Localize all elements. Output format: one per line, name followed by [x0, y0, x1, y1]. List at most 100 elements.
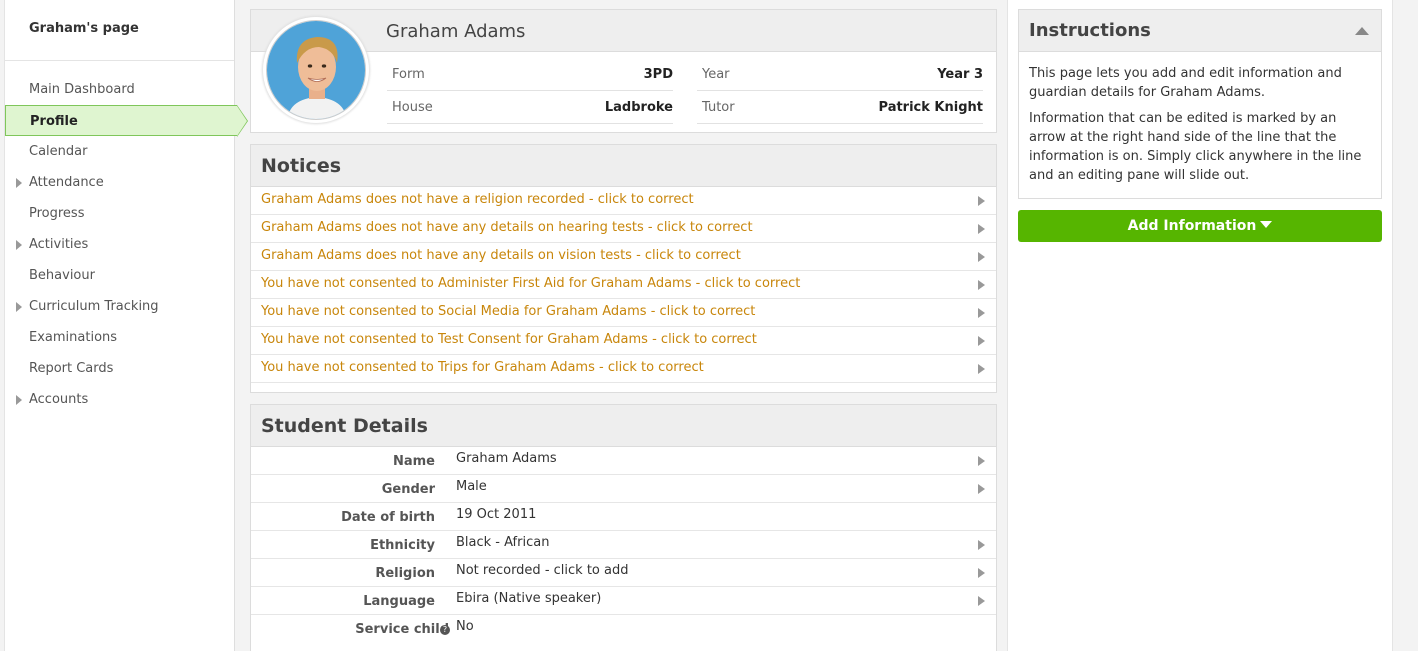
detail-row-service-child: Service child ? No	[251, 615, 996, 643]
sidebar-item-behaviour[interactable]: Behaviour	[5, 260, 234, 291]
help-icon[interactable]: ?	[440, 625, 450, 635]
instructions-panel: Instructions This page lets you add and …	[1018, 9, 1382, 199]
detail-label: Religion	[375, 566, 435, 581]
sidebar-item-activities[interactable]: Activities	[5, 229, 234, 260]
chevron-right-icon	[978, 252, 985, 262]
detail-value: Male	[456, 479, 487, 494]
notices-title: Notices	[251, 145, 996, 187]
detail-label-text: Service child	[355, 622, 449, 637]
sidebar-item-report-cards[interactable]: Report Cards	[5, 353, 234, 384]
instructions-paragraph: This page lets you add and edit informat…	[1029, 66, 1342, 100]
detail-value: Black - African	[456, 535, 550, 550]
avatar-portrait-icon	[267, 21, 365, 119]
detail-value: 19 Oct 2011	[456, 507, 537, 522]
sidebar-item-label: Progress	[29, 206, 85, 221]
sidebar-divider	[5, 60, 234, 61]
detail-label: Service child	[355, 616, 449, 643]
profile-card: Graham Adams Form 3PD Year Year 3 House …	[250, 9, 997, 133]
detail-row-name[interactable]: Name Graham Adams	[251, 447, 996, 475]
sidebar-item-calendar[interactable]: Calendar	[5, 136, 234, 167]
notice-text: You have not consented to Trips for Grah…	[261, 360, 704, 375]
info-form: Form 3PD	[387, 58, 673, 91]
info-tutor: Tutor Patrick Knight	[697, 91, 983, 124]
sidebar-item-main-dashboard[interactable]: Main Dashboard	[5, 74, 234, 105]
sidebar-item-label: Report Cards	[29, 361, 114, 376]
sidebar-item-label: Calendar	[29, 144, 88, 159]
info-label: House	[392, 100, 433, 115]
notice-item[interactable]: You have not consented to Social Media f…	[251, 299, 996, 327]
student-avatar	[266, 20, 366, 120]
sidebar-item-label: Activities	[29, 237, 89, 252]
notice-item[interactable]: Graham Adams does not have any details o…	[251, 243, 996, 271]
sidebar: Graham's page Main Dashboard Profile Cal…	[4, 0, 248, 651]
expand-caret-icon	[16, 395, 22, 405]
chevron-right-icon	[978, 540, 985, 550]
notice-item[interactable]: You have not consented to Test Consent f…	[251, 327, 996, 355]
detail-label: Language	[363, 594, 435, 609]
detail-value: Not recorded - click to add	[456, 563, 629, 578]
chevron-right-icon	[978, 484, 985, 494]
student-details-title: Student Details	[251, 405, 996, 447]
caret-down-icon	[1260, 221, 1273, 228]
notice-text: Graham Adams does not have any details o…	[261, 248, 741, 263]
sidebar-item-progress[interactable]: Progress	[5, 198, 234, 229]
notice-text: You have not consented to Test Consent f…	[261, 332, 757, 347]
sidebar-item-attendance[interactable]: Attendance	[5, 167, 234, 198]
notice-item[interactable]: You have not consented to Trips for Grah…	[251, 355, 996, 383]
chevron-right-icon	[978, 308, 985, 318]
chevron-right-icon	[978, 364, 985, 374]
detail-label: Gender	[381, 482, 435, 497]
detail-value: No	[456, 619, 474, 634]
instructions-title: Instructions	[1019, 10, 1381, 52]
notice-item[interactable]: Graham Adams does not have a religion re…	[251, 187, 996, 215]
add-information-button[interactable]: Add Information	[1018, 210, 1382, 242]
notice-item[interactable]: Graham Adams does not have any details o…	[251, 215, 996, 243]
sidebar-item-profile[interactable]: Profile	[5, 105, 248, 137]
expand-caret-icon	[16, 240, 22, 250]
expand-caret-icon	[16, 302, 22, 312]
expand-caret-icon	[16, 178, 22, 188]
student-name: Graham Adams	[386, 21, 526, 42]
notices-panel: Notices Graham Adams does not have a rel…	[250, 144, 997, 393]
sidebar-item-label: Curriculum Tracking	[29, 299, 159, 314]
sidebar-item-label: Attendance	[29, 175, 104, 190]
detail-row-gender[interactable]: Gender Male	[251, 475, 996, 503]
info-year: Year Year 3	[697, 58, 983, 91]
info-value: Year 3	[937, 67, 983, 82]
info-value: 3PD	[643, 67, 673, 82]
detail-row-date-of-birth: Date of birth 19 Oct 2011	[251, 503, 996, 531]
info-house: House Ladbroke	[387, 91, 673, 124]
notice-text: You have not consented to Social Media f…	[261, 304, 756, 319]
chevron-right-icon	[978, 224, 985, 234]
sidebar-item-accounts[interactable]: Accounts	[5, 384, 234, 415]
chevron-right-icon	[978, 196, 985, 206]
detail-label: Name	[392, 454, 435, 469]
info-label: Year	[702, 67, 730, 82]
sidebar-title: Graham's page	[29, 21, 139, 36]
chevron-right-icon	[978, 280, 985, 290]
info-label: Tutor	[702, 100, 735, 115]
detail-value: Graham Adams	[456, 451, 557, 466]
notice-text: Graham Adams does not have any details o…	[261, 220, 753, 235]
detail-row-ethnicity[interactable]: Ethnicity Black - African	[251, 531, 996, 559]
student-details-panel: Student Details Name Graham Adams Gender…	[250, 404, 997, 651]
chevron-right-icon	[978, 596, 985, 606]
sidebar-item-label: Profile	[30, 114, 78, 129]
chevron-right-icon	[978, 456, 985, 466]
info-label: Form	[392, 67, 425, 82]
detail-label: Ethnicity	[370, 538, 435, 553]
detail-row-religion[interactable]: Religion Not recorded - click to add	[251, 559, 996, 587]
instructions-paragraph: Information that can be edited is marked…	[1029, 111, 1362, 183]
notice-item[interactable]: You have not consented to Administer Fir…	[251, 271, 996, 299]
profile-header	[251, 10, 996, 52]
notice-text: You have not consented to Administer Fir…	[261, 276, 801, 291]
sidebar-item-label: Behaviour	[29, 268, 95, 283]
sidebar-item-curriculum-tracking[interactable]: Curriculum Tracking	[5, 291, 234, 322]
sidebar-item-label: Accounts	[29, 392, 89, 407]
sidebar-item-examinations[interactable]: Examinations	[5, 322, 234, 353]
detail-row-language[interactable]: Language Ebira (Native speaker)	[251, 587, 996, 615]
instructions-body: This page lets you add and edit informat…	[1019, 52, 1381, 185]
collapse-up-icon[interactable]	[1355, 27, 1369, 35]
info-value: Ladbroke	[604, 100, 673, 115]
chevron-right-icon	[978, 336, 985, 346]
